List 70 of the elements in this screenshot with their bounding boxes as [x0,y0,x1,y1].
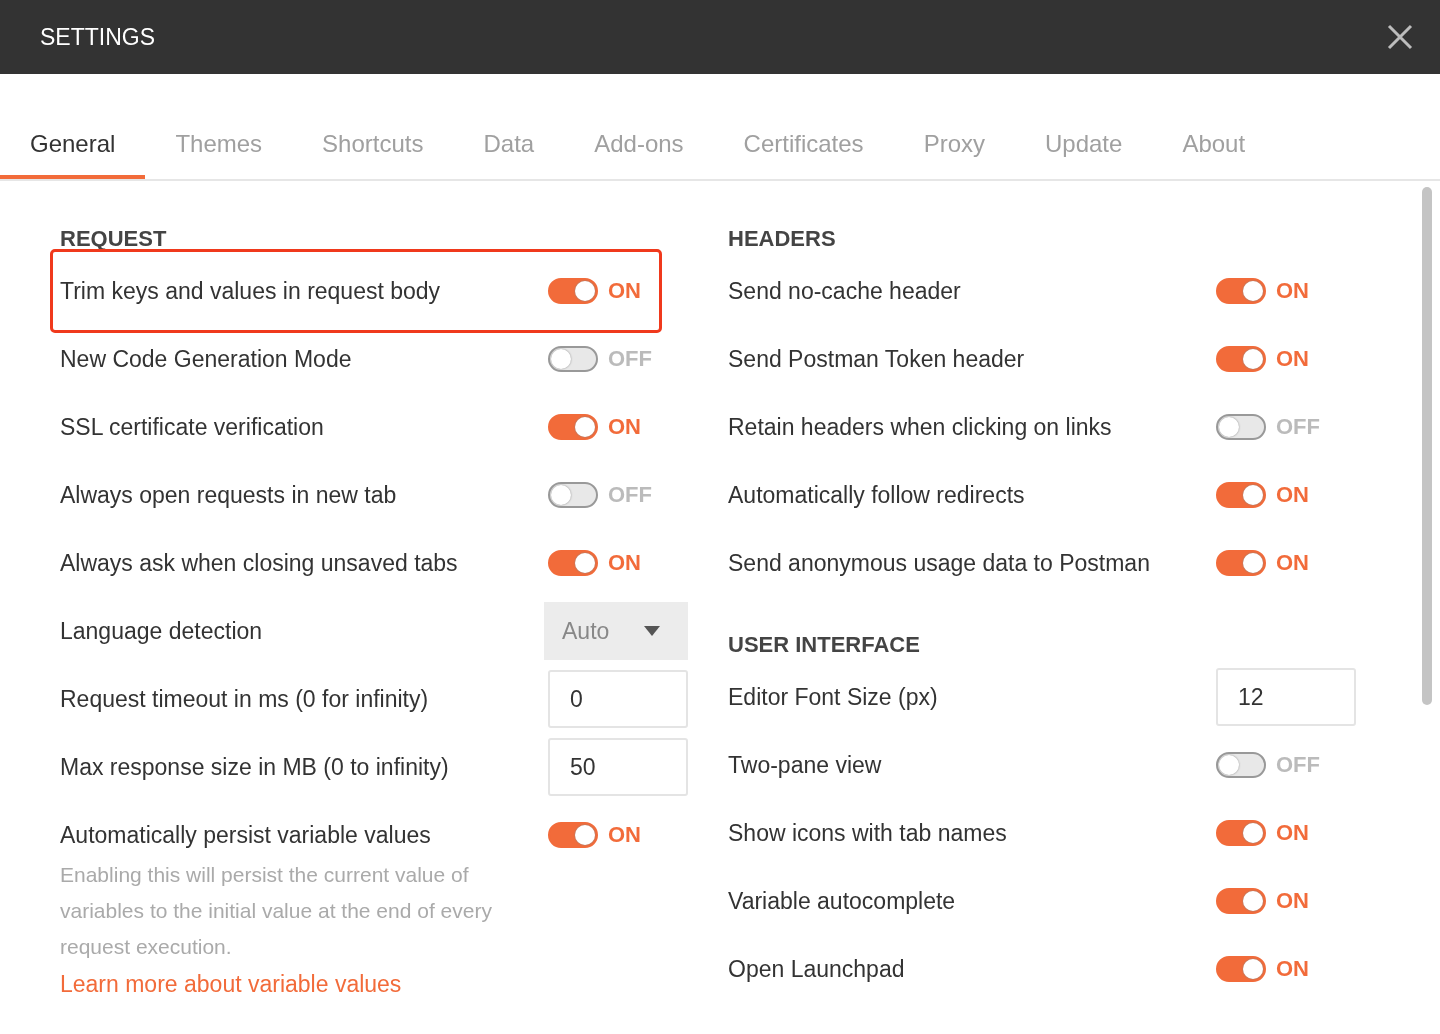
toggle-state: ON [608,550,641,576]
setting-description: Enabling this will persist the current value of variables to the initial value at the end of every request execution. [60,862,493,960]
settings-tab[interactable]: Themes [145,108,293,179]
toggle-switch[interactable] [1216,820,1266,846]
settings-tab[interactable]: Proxy [893,108,1015,179]
toggle-switch[interactable] [1216,482,1266,508]
toggle-state: OFF [1276,414,1320,440]
setting-label: New Code Generation Mode [60,345,353,373]
setting-label: Language detection [60,617,264,645]
toggle-switch[interactable] [1216,278,1266,304]
toggle-switch[interactable] [548,414,598,440]
setting-label: SSL certificate verification [60,413,325,441]
toggle-state: ON [1276,346,1309,372]
section-heading: HEADERS [728,225,837,253]
settings-tab[interactable]: Certificates [713,108,894,179]
setting-label: Always ask when closing unsaved tabs [60,549,459,577]
toggle-switch[interactable] [548,550,598,576]
setting-label: Send Postman Token header [728,345,1026,373]
toggle-switch[interactable] [1216,888,1266,914]
number-field[interactable]: 12 [1216,668,1356,726]
setting-label: Request timeout in ms (0 for infinity) [60,685,430,713]
setting-label: Trim keys and values in request body [60,277,442,305]
toggle-switch[interactable] [548,822,598,848]
settings-tab[interactable]: Shortcuts [292,108,454,179]
settings-tab[interactable]: About [1152,108,1276,179]
setting-label: Editor Font Size (px) [728,683,939,711]
setting-label: Variable autocomplete [728,887,957,915]
setting-label: Two-pane view [728,751,883,779]
number-field[interactable]: 0 [548,670,688,728]
toggle-state: OFF [608,346,652,372]
setting-label: Show icons with tab names [728,819,1008,847]
caret-icon [644,626,660,636]
settings-tab[interactable]: Data [453,108,565,179]
toggle-state: ON [1276,820,1309,846]
setting-label: Automatically persist variable values [60,821,432,849]
toggle-state: ON [1276,278,1309,304]
toggle-switch[interactable] [548,482,598,508]
toggle-state: ON [608,822,641,848]
toggle-switch[interactable] [1216,956,1266,982]
setting-label: Automatically follow redirects [728,481,1026,509]
toggle-switch[interactable] [548,278,598,304]
toggle-switch[interactable] [548,346,598,372]
toggle-switch[interactable] [1216,414,1266,440]
language-dropdown[interactable]: Auto [544,602,688,660]
toggle-state: ON [608,278,641,304]
settings-tab[interactable]: Add-ons [564,108,714,179]
setting-label: Max response size in MB (0 to infinity) [60,753,450,781]
setting-label: Retain headers when clicking on links [728,413,1113,441]
toggle-state: ON [1276,550,1309,576]
toggle-switch[interactable] [1216,550,1266,576]
toggle-state: ON [608,414,641,440]
window-title: SETTINGS [40,23,155,51]
toggle-switch[interactable] [1216,752,1266,778]
setting-label: Send anonymous usage data to Postman [728,549,1151,577]
settings-tab[interactable]: Update [1015,108,1153,179]
settings-tab[interactable]: General [0,108,146,179]
toggle-switch[interactable] [1216,346,1266,372]
toggle-state: OFF [608,482,652,508]
toggle-state: ON [1276,482,1309,508]
close-icon[interactable] [1387,24,1413,50]
setting-label: Always open requests in new tab [60,481,398,509]
toggle-state: ON [1276,888,1309,914]
number-field[interactable]: 50 [548,738,688,796]
setting-label: Open Launchpad [728,955,906,983]
setting-label: Send no-cache header [728,277,962,305]
section-heading: REQUEST [60,225,168,253]
section-heading: USER INTERFACE [728,631,921,659]
toggle-state: OFF [1276,752,1320,778]
toggle-state: ON [1276,956,1309,982]
learn-more-link[interactable]: Learn more about variable values [60,971,402,998]
